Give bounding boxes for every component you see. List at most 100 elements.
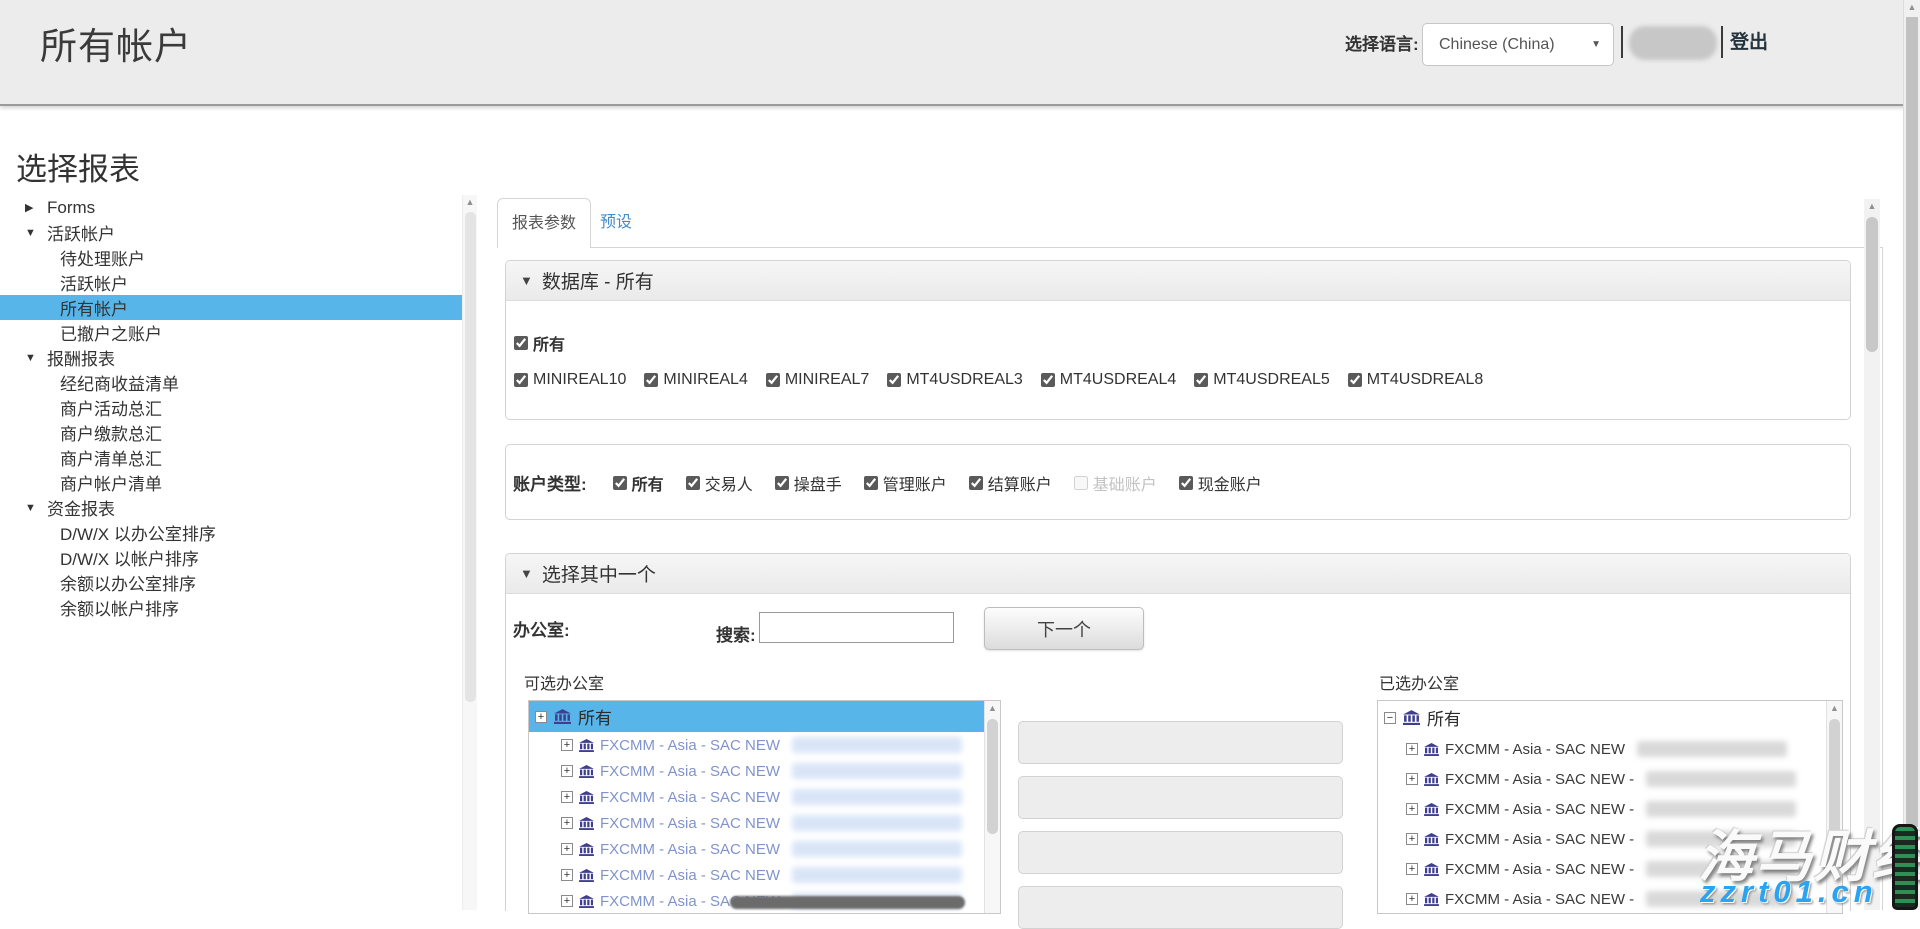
tree-item[interactable]: ▶ Forms xyxy=(0,195,462,220)
account-type-checkbox-item[interactable]: 基础账户 xyxy=(1074,471,1157,495)
expand-plus-icon[interactable]: + xyxy=(1406,773,1418,785)
tree-item[interactable]: 余额以帐户排序 xyxy=(0,595,462,620)
office-tree-root[interactable]: + 所有 xyxy=(529,701,985,732)
account-type-checkbox-item[interactable]: 管理账户 xyxy=(864,471,947,495)
language-select[interactable]: Chinese (China) ▼ xyxy=(1422,23,1614,66)
database-checkbox-item[interactable]: MT4USDREAL5 xyxy=(1194,371,1329,389)
scroll-up-icon[interactable]: ▲ xyxy=(1827,701,1842,716)
database-checkbox-item[interactable]: MT4USDREAL3 xyxy=(887,371,1022,389)
database-checkbox-item[interactable]: MT4USDREAL4 xyxy=(1041,371,1176,389)
tree-item[interactable]: D/W/X 以帐户排序 xyxy=(0,545,462,570)
transfer-button[interactable] xyxy=(1018,831,1343,874)
account-type-checkbox[interactable] xyxy=(864,476,878,490)
database-section-header[interactable]: ▼ 数据库 - 所有 xyxy=(506,261,1850,301)
database-checkbox[interactable] xyxy=(1348,373,1362,387)
page-scrollbar-thumb[interactable] xyxy=(1906,17,1918,827)
office-tree-root[interactable]: − 所有 xyxy=(1378,701,1842,734)
database-checkbox[interactable] xyxy=(887,373,901,387)
tree-item[interactable]: 商户清单总汇 xyxy=(0,445,462,470)
expand-plus-icon[interactable]: + xyxy=(1406,893,1418,905)
database-checkbox-item[interactable]: MINIREAL7 xyxy=(766,371,869,389)
account-type-checkbox[interactable] xyxy=(1179,476,1193,490)
expand-plus-icon[interactable]: + xyxy=(561,817,573,829)
account-type-checkbox-item[interactable]: 所有 xyxy=(613,471,664,495)
tree-scrollbar-thumb[interactable] xyxy=(465,212,476,702)
expand-plus-icon[interactable]: + xyxy=(561,895,573,907)
tree-item[interactable]: 经纪商收益清单 xyxy=(0,370,462,395)
expand-plus-icon[interactable]: + xyxy=(561,739,573,751)
account-type-checkbox[interactable] xyxy=(613,476,627,490)
account-type-checkbox[interactable] xyxy=(775,476,789,490)
tree-item[interactable]: 商户帐户清单 xyxy=(0,470,462,495)
transfer-button[interactable] xyxy=(1018,776,1343,819)
content-scrollbar[interactable]: ▲ xyxy=(1864,199,1880,910)
database-checkbox[interactable] xyxy=(1194,373,1208,387)
database-checkbox[interactable] xyxy=(766,373,780,387)
office-row[interactable]: + FXCMM - Asia - SAC NEW xyxy=(529,862,1000,888)
tree-item[interactable]: 商户缴款总汇 xyxy=(0,420,462,445)
account-type-checkbox[interactable] xyxy=(969,476,983,490)
office-row[interactable]: + FXCMM - Asia - SAC NEW - xyxy=(1378,764,1842,794)
tree-item[interactable]: ▼ 活跃帐户 xyxy=(0,220,462,245)
expand-plus-icon[interactable]: + xyxy=(561,843,573,855)
tree-toggle-arrow-icon[interactable]: ▼ xyxy=(25,227,47,239)
office-row[interactable]: + FXCMM - Asia - SAC NEW xyxy=(529,810,1000,836)
expand-plus-icon[interactable]: + xyxy=(561,869,573,881)
account-type-checkbox-item[interactable]: 结算账户 xyxy=(969,471,1052,495)
expand-plus-icon[interactable]: + xyxy=(1406,833,1418,845)
expand-plus-icon[interactable]: + xyxy=(1406,743,1418,755)
database-checkbox[interactable] xyxy=(644,373,658,387)
tree-item[interactable]: ▼ 报酬报表 xyxy=(0,345,462,370)
tree-toggle-arrow-icon[interactable]: ▼ xyxy=(25,502,47,514)
office-row[interactable]: + FXCMM - Asia - SAC NEW xyxy=(529,732,1000,758)
office-search-input[interactable] xyxy=(759,612,954,643)
tree-item[interactable]: ▼ 资金报表 xyxy=(0,495,462,520)
tree-item[interactable]: 余额以办公室排序 xyxy=(0,570,462,595)
tree-toggle-arrow-icon[interactable]: ▶ xyxy=(25,201,47,214)
office-row[interactable]: + FXCMM - Asia - SAC NEW xyxy=(529,758,1000,784)
account-type-checkbox[interactable] xyxy=(1074,476,1088,490)
account-type-checkbox-item[interactable]: 交易人 xyxy=(686,471,753,495)
collapse-minus-icon[interactable]: − xyxy=(1384,712,1396,724)
content-scrollbar-thumb[interactable] xyxy=(1866,217,1878,352)
scroll-up-icon[interactable]: ▲ xyxy=(1904,0,1920,15)
database-checkbox-item[interactable]: MT4USDREAL8 xyxy=(1348,371,1483,389)
account-type-checkbox-item[interactable]: 现金账户 xyxy=(1179,471,1262,495)
tree-item[interactable]: 已撤户之账户 xyxy=(0,320,462,345)
tab-report-parameters[interactable]: 报表参数 xyxy=(497,198,591,248)
transfer-button[interactable] xyxy=(1018,886,1343,929)
tree-item[interactable]: 活跃帐户 xyxy=(0,270,462,295)
tab-presets[interactable]: 预设 xyxy=(586,198,646,248)
scroll-up-icon[interactable]: ▲ xyxy=(1864,199,1880,214)
expand-plus-icon[interactable]: + xyxy=(1406,803,1418,815)
office-row[interactable]: + FXCMM - Asia - SAC NEW xyxy=(529,836,1000,862)
scroll-up-icon[interactable]: ▲ xyxy=(985,701,1000,716)
scrollbar-thumb[interactable] xyxy=(987,719,998,834)
database-checkbox-item[interactable]: MINIREAL4 xyxy=(644,371,747,389)
tree-item[interactable]: 待处理账户 xyxy=(0,245,462,270)
tree-item[interactable]: D/W/X 以办公室排序 xyxy=(0,520,462,545)
transfer-button[interactable] xyxy=(1018,721,1343,764)
tree-item[interactable]: 商户活动总汇 xyxy=(0,395,462,420)
database-checkbox[interactable] xyxy=(1041,373,1055,387)
expand-plus-icon[interactable]: + xyxy=(1406,863,1418,875)
office-row[interactable]: + FXCMM - Asia - SAC NEW xyxy=(1378,734,1842,764)
expand-plus-icon[interactable]: + xyxy=(561,765,573,777)
next-button[interactable]: 下一个 xyxy=(984,607,1144,650)
choose-one-section-header[interactable]: ▼ 选择其中一个 xyxy=(506,554,1850,594)
database-all-checkbox[interactable] xyxy=(514,336,528,350)
office-row[interactable]: + FXCMM - Asia - SAC NEW xyxy=(529,784,1000,810)
logout-link[interactable]: 登出 xyxy=(1730,27,1768,54)
tree-toggle-arrow-icon[interactable]: ▼ xyxy=(25,352,47,364)
database-checkbox[interactable] xyxy=(514,373,528,387)
tree-item[interactable]: 所有帐户 xyxy=(0,295,462,320)
scroll-up-icon[interactable]: ▲ xyxy=(463,195,477,210)
database-all-checkbox-item[interactable]: 所有 xyxy=(514,331,1850,355)
expand-plus-icon[interactable]: + xyxy=(561,791,573,803)
page-scrollbar[interactable]: ▲ xyxy=(1903,0,1920,910)
database-checkbox-item[interactable]: MINIREAL10 xyxy=(514,371,626,389)
account-type-checkbox[interactable] xyxy=(686,476,700,490)
expand-plus-icon[interactable]: + xyxy=(535,711,547,723)
account-type-checkbox-item[interactable]: 操盘手 xyxy=(775,471,842,495)
tree-scrollbar[interactable]: ▲ xyxy=(462,195,477,910)
